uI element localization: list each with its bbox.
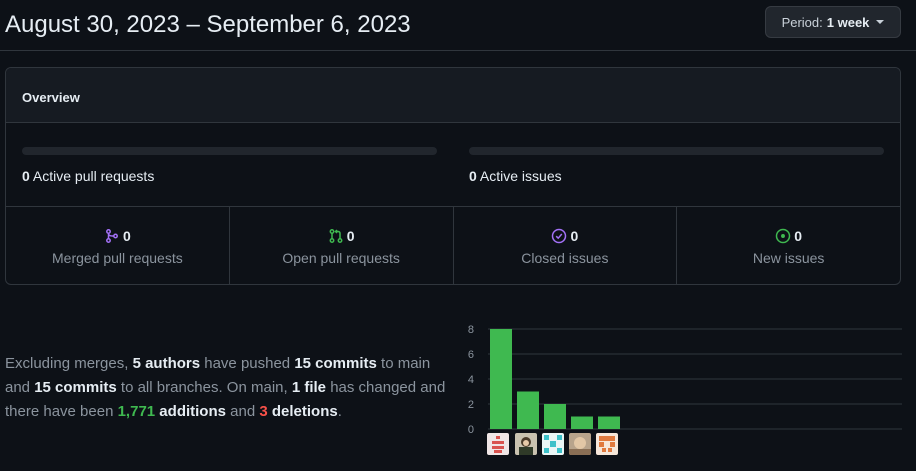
bar-author-2[interactable] [517, 391, 539, 430]
page-header: August 30, 2023 – September 6, 2023 Peri… [0, 0, 916, 51]
deletions-count: 3 [259, 403, 268, 420]
issue-closed-icon [552, 228, 567, 244]
summary-text: Excluding merges, [5, 355, 133, 372]
open-pull-requests-label: Open pull requests [282, 250, 400, 266]
commit-summary: Excluding merges, 5 authors have pushed … [5, 352, 455, 424]
open-pull-requests-count: 0 [346, 228, 355, 244]
stats-row: 0 Merged pull requests 0 Open pull reque… [6, 207, 900, 284]
y-tick-label: 2 [468, 399, 474, 411]
closed-issues-stat[interactable]: 0 Closed issues [454, 207, 678, 284]
git-pull-request-icon [329, 229, 343, 243]
avatar[interactable] [542, 433, 564, 455]
open-pull-requests-stat[interactable]: 0 Open pull requests [230, 207, 454, 284]
overview-title: Overview [22, 90, 80, 105]
authors-count: 5 authors [132, 355, 201, 372]
deletions-word: deletions [267, 403, 338, 420]
new-issues-count: 0 [794, 228, 803, 244]
active-pull-requests: 0 Active pull requests [22, 147, 437, 184]
bar-author-4[interactable] [571, 416, 593, 430]
additions-word: additions [155, 403, 226, 420]
avatar[interactable] [487, 433, 509, 455]
date-range-title: August 30, 2023 – September 6, 2023 [5, 11, 411, 38]
active-issues-label: Active issues [479, 168, 562, 184]
active-issues: 0 Active issues [469, 147, 884, 184]
summary-text: and [225, 403, 260, 420]
y-tick-label: 6 [468, 349, 474, 361]
issues-progress-bar [469, 147, 884, 155]
period-value: 1 week [826, 14, 870, 30]
period-select-button[interactable]: Period: 1 week [765, 6, 901, 38]
y-tick-label: 4 [468, 374, 474, 386]
y-tick-label: 0 [468, 424, 474, 436]
overview-panel: Overview 0 Active pull requests 0 Active… [5, 67, 901, 285]
merged-pull-requests-count: 0 [122, 228, 131, 244]
active-pull-requests-label: Active pull requests [32, 168, 155, 184]
git-merge-icon [106, 229, 118, 243]
active-pull-requests-count: 0 [22, 168, 30, 184]
activity-bars: 0 Active pull requests 0 Active issues [6, 123, 900, 207]
bar-author-5[interactable] [598, 416, 620, 430]
files-changed-count: 1 file [291, 379, 327, 396]
bar-author-1[interactable] [490, 329, 512, 429]
bar-author-3[interactable] [544, 404, 566, 429]
merged-pull-requests-label: Merged pull requests [52, 250, 183, 266]
new-issues-label: New issues [752, 250, 825, 266]
overview-header: Overview [6, 68, 900, 123]
additions-count: 1,771 [117, 403, 156, 420]
avatar[interactable] [569, 433, 591, 455]
avatar[interactable] [596, 433, 618, 455]
new-issues-stat[interactable]: 0 New issues [677, 207, 900, 284]
issue-opened-icon [775, 228, 791, 244]
period-label: Period: [781, 14, 823, 30]
commits-all-count: 15 commits [34, 379, 117, 396]
closed-issues-count: 0 [570, 228, 579, 244]
y-tick-label: 8 [468, 324, 474, 336]
caret-down-icon [876, 20, 885, 24]
merged-pull-requests-stat[interactable]: 0 Merged pull requests [6, 207, 230, 284]
summary-text: have pushed [200, 355, 295, 372]
commits-main-count: 15 commits [294, 355, 377, 372]
active-issues-count: 0 [469, 168, 477, 184]
avatar[interactable] [515, 433, 537, 455]
pull-requests-progress-bar [22, 147, 437, 155]
closed-issues-label: Closed issues [521, 250, 609, 266]
summary-text: . [337, 403, 342, 420]
summary-text: to all branches. On main, [116, 379, 292, 396]
